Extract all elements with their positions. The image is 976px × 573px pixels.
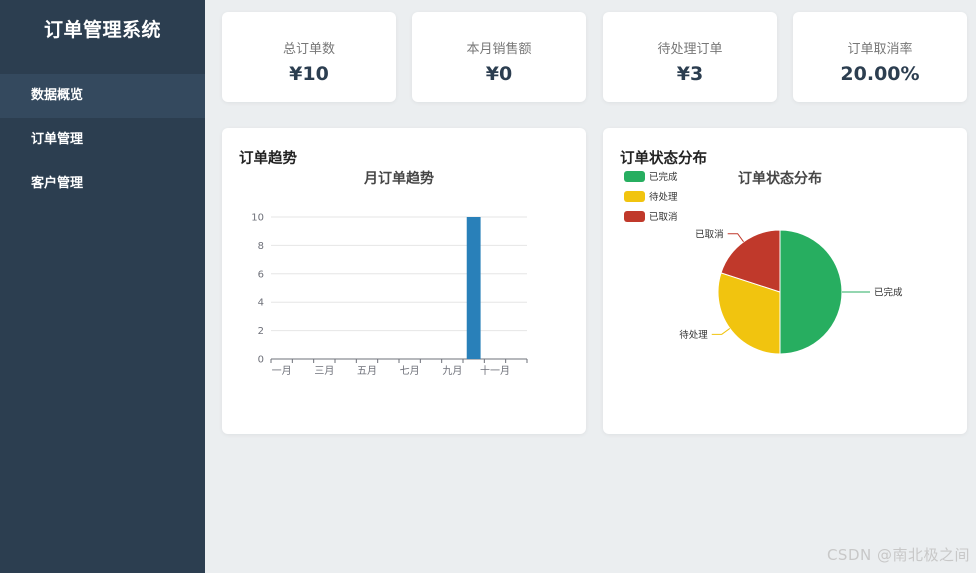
pie-label-line [727, 233, 744, 243]
pie-label-line [711, 328, 731, 335]
chart-title: 订单状态分布 [738, 170, 822, 187]
legend-label: 待处理 [649, 191, 678, 203]
stat-card-cancel-rate: 订单取消率 20.00% [793, 12, 967, 102]
stat-value: 20.00% [840, 63, 920, 85]
stat-card-pending-orders: 待处理订单 ¥3 [603, 12, 777, 102]
pie-label: 已完成 [874, 287, 903, 299]
stat-value: ¥3 [676, 63, 704, 85]
stat-value: ¥10 [289, 63, 329, 85]
stat-label: 总订单数 [282, 42, 335, 57]
stat-label: 订单取消率 [847, 42, 913, 57]
legend-label: 已完成 [649, 171, 678, 183]
sidebar: 订单管理系统 数据概览 订单管理 客户管理 [0, 0, 205, 573]
x-tick-label: 一月 [272, 365, 292, 377]
sidebar-item-overview[interactable]: 数据概览 [0, 74, 205, 118]
chart-title: 月订单趋势 [363, 170, 434, 187]
pie-label: 已取消 [695, 228, 724, 240]
x-tick-label: 九月 [442, 365, 462, 377]
stat-label: 本月销售额 [466, 42, 532, 57]
pie-label: 待处理 [679, 329, 708, 341]
sidebar-item-customers[interactable]: 客户管理 [0, 162, 205, 206]
x-tick-label: 七月 [400, 365, 420, 377]
stat-value: ¥0 [485, 63, 513, 85]
legend-swatch [624, 191, 645, 202]
order-trend-panel: 订单趋势 月订单趋势 0 2 4 6 8 10 一月 三月 五月 七月 九月 十一月 [222, 128, 586, 434]
y-tick-label: 0 [258, 355, 264, 366]
x-tick-label: 三月 [314, 365, 334, 377]
y-tick-label: 2 [258, 326, 264, 337]
legend-label: 已取消 [649, 211, 678, 223]
stat-card-total-orders: 总订单数 ¥10 [222, 12, 396, 102]
y-tick-label: 4 [258, 298, 264, 309]
sidebar-menu: 数据概览 订单管理 客户管理 [0, 74, 205, 206]
bar-十月 [466, 217, 481, 359]
y-tick-label: 10 [251, 213, 264, 224]
legend-swatch [624, 171, 645, 182]
pie-slice-已完成 [779, 229, 843, 355]
stat-card-monthly-sales: 本月销售额 ¥0 [412, 12, 586, 102]
app-title: 订单管理系统 [43, 18, 161, 41]
pie-chart: 订单状态分布已完成待处理已取消已完成待处理已取消 [624, 170, 903, 355]
stat-label: 待处理订单 [657, 42, 723, 57]
x-tick-label: 五月 [357, 365, 377, 377]
legend-swatch [624, 211, 645, 222]
x-tick-label: 十一月 [480, 364, 510, 377]
bar-chart: 月订单趋势 0 2 4 6 8 10 一月 三月 五月 七月 九月 十一月 [251, 170, 528, 377]
y-tick-label: 8 [258, 241, 264, 252]
sidebar-item-orders[interactable]: 订单管理 [0, 118, 205, 162]
order-status-panel: 订单状态分布 订单状态分布 已完成 待处理 已取消 已完成 待处理 已取消 [603, 128, 967, 434]
watermark: CSDN @南北极之间 [826, 546, 970, 564]
y-tick-label: 6 [258, 269, 264, 280]
